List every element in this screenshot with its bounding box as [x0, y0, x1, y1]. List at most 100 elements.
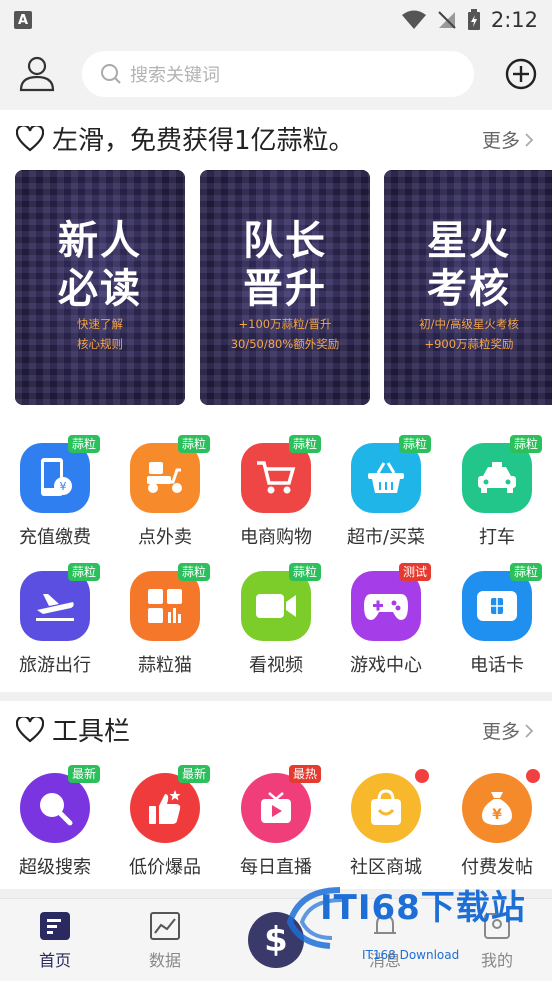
banner-spark[interactable]: 星火 考核 初/中/高级星火考核 +900万蒜粒奖励: [384, 170, 552, 405]
service-taxi[interactable]: 蒜粒 打车: [447, 435, 547, 549]
notification-a-icon: A: [14, 11, 32, 29]
banner-headline: 考核: [427, 266, 511, 312]
nav-data[interactable]: 数据: [120, 911, 210, 971]
service-label: 超市/买菜: [346, 527, 426, 548]
service-recharge[interactable]: ¥ 蒜粒 充值缴费: [5, 435, 105, 549]
tool-paid-post[interactable]: ¥ 付费发帖: [447, 769, 547, 879]
service-video[interactable]: 蒜粒 看视频: [226, 563, 326, 677]
sim-card-icon: 蒜粒: [462, 563, 542, 641]
chevron-right-icon: [525, 723, 534, 738]
tools-title: 工具栏: [16, 711, 130, 748]
heart-outline-icon: [16, 125, 44, 151]
tools-more-link[interactable]: 更多: [482, 717, 534, 744]
phone-recharge-icon: ¥ 蒜粒: [20, 435, 100, 513]
home-doc-icon: [40, 912, 70, 940]
promo-title-text: 左滑，免费获得1亿蒜粒。: [52, 126, 355, 156]
status-bar: A 2:12: [0, 0, 552, 40]
tools-more-label: 更多: [481, 721, 520, 743]
banner-headline: 必读: [58, 266, 142, 312]
banner-headline: 队长: [243, 218, 327, 264]
service-game-center[interactable]: 测试 游戏中心: [336, 563, 436, 677]
notification-dot: [526, 769, 540, 783]
banner-subtext: 快速了解: [77, 317, 123, 331]
no-signal-icon: [438, 11, 456, 29]
service-sim-card[interactable]: 蒜粒 电话卡: [447, 563, 547, 677]
nav-home[interactable]: 首页: [10, 911, 100, 971]
tool-label: 付费发帖: [461, 857, 533, 878]
status-time: 2:12: [490, 8, 538, 32]
money-bag-icon: ¥: [462, 769, 540, 843]
tool-community-mall[interactable]: 社区商城: [336, 769, 436, 879]
search-input[interactable]: 搜索关键词: [82, 51, 474, 97]
scooter-icon: 蒜粒: [130, 435, 210, 513]
service-travel[interactable]: 蒜粒 旅游出行: [5, 563, 105, 677]
search-icon: [101, 64, 121, 84]
svg-text:¥: ¥: [492, 807, 502, 823]
search-placeholder: 搜索关键词: [130, 65, 220, 86]
video-camera-icon: 蒜粒: [241, 563, 321, 641]
tool-super-search[interactable]: 最新 超级搜索: [5, 765, 105, 879]
service-label: 电商购物: [240, 527, 312, 548]
watermark-subtext: IT168 Download: [362, 948, 460, 962]
thumbs-up-icon: 最新: [130, 765, 210, 843]
promo-more-label: 更多: [481, 130, 520, 152]
banner-captain[interactable]: 队长 晋升 +100万蒜粒/晋升 30/50/80%额外奖励: [200, 170, 370, 405]
service-tag-badge: 蒜粒: [398, 435, 431, 453]
promo-more-link[interactable]: 更多: [482, 126, 534, 153]
service-tag-badge: 蒜粒: [177, 435, 210, 453]
service-label: 点外卖: [138, 527, 192, 548]
service-suanli-cat[interactable]: 蒜粒 蒜粒猫: [115, 563, 215, 677]
gamepad-icon: 测试: [351, 563, 431, 641]
basket-icon: 蒜粒: [351, 435, 431, 513]
banner-headline: 晋升: [243, 266, 327, 312]
banner-subtext: 30/50/80%额外奖励: [230, 337, 340, 351]
service-shopping[interactable]: 蒜粒 电商购物: [226, 435, 326, 549]
grid-app-icon: 蒜粒: [130, 563, 210, 641]
tool-daily-live[interactable]: 最热 每日直播: [226, 765, 326, 879]
tool-low-price[interactable]: 最新 低价爆品: [115, 765, 215, 879]
search-icon: 最新: [20, 765, 100, 843]
service-label: 电话卡: [470, 655, 524, 676]
service-label: 蒜粒猫: [138, 655, 192, 676]
service-label: 看视频: [249, 655, 303, 676]
tool-tag-badge: 最热: [288, 765, 321, 783]
banner-headline: 新人: [58, 218, 142, 264]
service-label: 游戏中心: [350, 655, 422, 676]
banner-headline: 星火: [427, 218, 511, 264]
banner-subtext: +900万蒜粒奖励: [424, 337, 514, 351]
tool-label: 社区商城: [350, 857, 422, 878]
nav-home-label: 首页: [38, 951, 71, 970]
service-takeout[interactable]: 蒜粒 点外卖: [115, 435, 215, 549]
banner-subtext: 初/中/高级星火考核: [419, 317, 519, 331]
tool-label: 低价爆品: [129, 857, 201, 878]
wifi-icon: [401, 10, 426, 29]
notification-dot: [415, 769, 429, 783]
tools-title-text: 工具栏: [52, 717, 131, 747]
shopping-bag-icon: [351, 769, 429, 843]
watermark-text: ITI68下载站: [320, 888, 526, 928]
promo-title: 左滑，免费获得1亿蒜粒。: [16, 120, 355, 157]
tv-play-icon: 最热: [241, 765, 321, 843]
add-plus-icon[interactable]: [505, 58, 537, 90]
service-tag-badge: 蒜粒: [177, 563, 210, 581]
service-tag-badge: 测试: [398, 563, 431, 581]
taxi-icon: 蒜粒: [462, 435, 542, 513]
service-tag-badge: 蒜粒: [509, 435, 542, 453]
heart-outline-icon: [16, 716, 44, 742]
cart-icon: 蒜粒: [241, 435, 321, 513]
svg-text:¥: ¥: [60, 480, 67, 493]
user-profile-icon[interactable]: [18, 54, 56, 92]
service-tag-badge: 蒜粒: [67, 563, 100, 581]
service-tag-badge: 蒜粒: [288, 563, 321, 581]
watermark-logo: ITI68下载站 IT168 Download: [280, 880, 550, 970]
service-supermarket[interactable]: 蒜粒 超市/买菜: [336, 435, 436, 549]
banner-subtext: +100万蒜粒/晋升: [238, 317, 332, 331]
service-tag-badge: 蒜粒: [509, 563, 542, 581]
tool-label: 每日直播: [240, 857, 312, 878]
tool-tag-badge: 最新: [177, 765, 210, 783]
banner-newbie[interactable]: 新人 必读 快速了解 核心规则: [15, 170, 185, 405]
banner-subtext: 核心规则: [77, 337, 123, 351]
tools-card: 工具栏 更多 最新 超级搜索 最新 低价爆品 最热 每日直播 社区商城 ¥ 付费…: [0, 701, 552, 889]
plane-icon: 蒜粒: [20, 563, 100, 641]
tool-label: 超级搜索: [19, 857, 91, 878]
